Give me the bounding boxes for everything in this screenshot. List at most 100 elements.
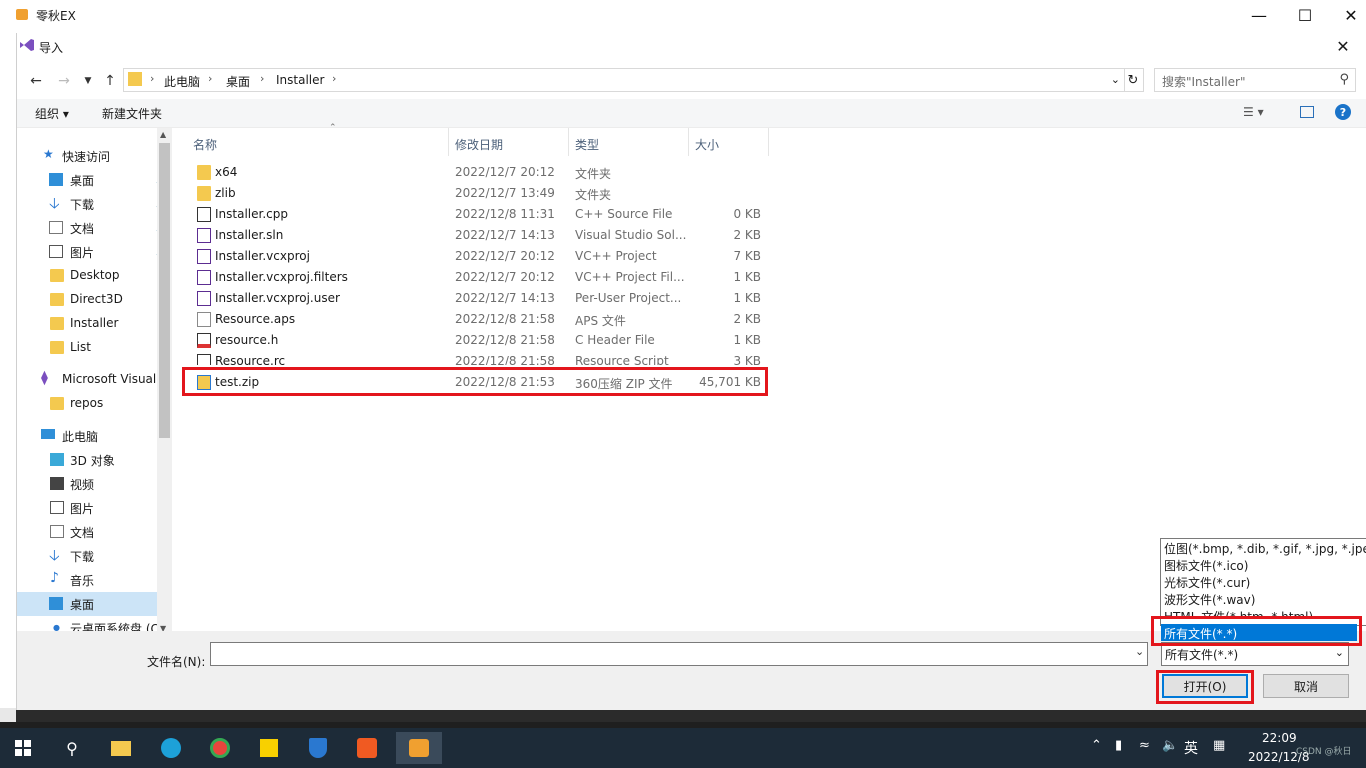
filetype-option[interactable]: 光标文件(*.cur) (1164, 574, 1250, 591)
nav-item-desktop-folder[interactable]: Desktop (17, 264, 172, 288)
cancel-button[interactable]: 取消 (1263, 674, 1349, 698)
lingqiu-app-icon[interactable] (396, 732, 442, 764)
column-divider[interactable] (768, 128, 769, 156)
breadcrumb-installer[interactable]: Installer (276, 73, 324, 87)
nav-item-pc-documents[interactable]: 文档 (17, 520, 172, 544)
filetype-option[interactable]: 波形文件(*.wav) (1164, 591, 1255, 608)
battery-icon[interactable]: ▮ (1115, 738, 1122, 753)
user-file-icon (197, 291, 211, 306)
file-row[interactable]: Installer.sln 2022/12/7 14:13 Visual Stu… (187, 225, 777, 246)
breadcrumb-desktop[interactable]: 桌面 (226, 73, 250, 90)
refresh-button[interactable]: ↻ (1123, 68, 1144, 92)
folder-icon (197, 165, 211, 180)
volume-muted-icon[interactable]: 🔈 (1162, 738, 1178, 753)
search-input[interactable]: 搜索"Installer" ⚲ (1154, 68, 1356, 92)
organize-menu[interactable]: 组织 ▾ (35, 105, 69, 122)
security-shield-icon[interactable] (301, 732, 335, 764)
file-row[interactable]: resource.h 2022/12/8 21:58 C Header File… (187, 330, 777, 351)
ime-indicator[interactable]: 英 (1184, 738, 1198, 758)
maximize-button[interactable]: ☐ (1282, 0, 1328, 31)
nav-quick-access[interactable]: ★ 快速访问 (17, 144, 172, 168)
nav-item-videos[interactable]: 视频 (17, 472, 172, 496)
help-icon[interactable]: ? (1335, 104, 1351, 120)
folder-icon (50, 341, 64, 354)
recent-locations-chevron-icon[interactable]: ▼ (77, 70, 99, 92)
show-hidden-icons-chevron-icon[interactable]: ⌃ (1091, 738, 1102, 753)
file-row[interactable]: Resource.aps 2022/12/8 21:58 APS 文件 2 KB (187, 309, 777, 330)
search-icon: ⚲ (1339, 72, 1349, 87)
nav-item-this-pc[interactable]: 此电脑 (17, 424, 172, 448)
column-divider[interactable] (448, 128, 449, 156)
nav-item-list[interactable]: List (17, 336, 172, 360)
column-name[interactable]: 名称 (193, 136, 217, 153)
nav-item-3d-objects[interactable]: 3D 对象 (17, 448, 172, 472)
filetype-option[interactable]: 位图(*.bmp, *.dib, *.gif, *.jpg, *.jpe, (1164, 540, 1366, 557)
file-row[interactable]: Installer.vcxproj 2022/12/7 20:12 VC++ P… (187, 246, 777, 267)
start-button[interactable] (6, 732, 40, 764)
sticky-notes-icon[interactable] (252, 732, 286, 764)
back-button[interactable]: ← (25, 70, 47, 92)
file-row[interactable]: Installer.cpp 2022/12/8 11:31 C++ Source… (187, 204, 777, 225)
download-icon: 🡣 (49, 194, 60, 212)
file-row[interactable]: x64 2022/12/7 20:12 文件夹 (187, 162, 777, 183)
nav-item-repos[interactable]: repos (17, 392, 172, 416)
filetype-option[interactable]: 图标文件(*.ico) (1164, 557, 1248, 574)
nav-item-music[interactable]: ♪ 音乐 (17, 568, 172, 592)
network-icon[interactable]: ≈ (1139, 738, 1150, 753)
nav-item-desktop[interactable]: 桌面 📌 (17, 168, 172, 192)
navigation-pane: ★ 快速访问 桌面 📌 🡣 下载 📌 文档 📌 图片 📌 Desktop (17, 128, 172, 633)
nav-item-direct3d[interactable]: Direct3D (17, 288, 172, 312)
column-type[interactable]: 类型 (575, 136, 599, 153)
file-row[interactable]: zlib 2022/12/7 13:49 文件夹 (187, 183, 777, 204)
filename-dropdown-chevron-icon[interactable]: ⌄ (1135, 645, 1144, 658)
column-size[interactable]: 大小 (695, 136, 719, 153)
filters-file-icon (197, 270, 211, 285)
view-options-icon[interactable]: ☰ ▾ (1243, 105, 1264, 119)
forward-button[interactable]: → (53, 70, 75, 92)
nav-item-installer[interactable]: Installer (17, 312, 172, 336)
nav-item-documents[interactable]: 文档 📌 (17, 216, 172, 240)
app-close-button[interactable]: ✕ (1328, 0, 1366, 31)
breadcrumb-separator: › (150, 72, 155, 85)
nav-item-pictures[interactable]: 图片 📌 (17, 240, 172, 264)
preview-pane-icon[interactable] (1300, 106, 1314, 118)
analytics-app-icon[interactable] (350, 732, 384, 764)
nav-item-pc-pictures[interactable]: 图片 (17, 496, 172, 520)
ime-mode-icon[interactable]: ▦ (1213, 738, 1225, 753)
file-row[interactable]: Installer.vcxproj.user 2022/12/7 14:13 P… (187, 288, 777, 309)
search-placeholder: 搜索"Installer" (1162, 75, 1246, 89)
file-explorer-icon[interactable] (104, 732, 138, 764)
search-icon[interactable]: ⚲ (55, 732, 89, 764)
documents-icon (50, 525, 64, 538)
file-row[interactable]: Resource.rc 2022/12/8 21:58 Resource Scr… (187, 351, 777, 365)
nav-item-pc-downloads[interactable]: 🡣 下载 (17, 544, 172, 568)
desktop-icon (49, 173, 63, 186)
video-icon (50, 477, 64, 490)
app-title: 零秋EX (36, 9, 76, 23)
filename-input[interactable] (210, 642, 1148, 666)
breadcrumb-this-pc[interactable]: 此电脑 (164, 73, 200, 90)
minimize-button[interactable]: — (1236, 0, 1282, 31)
vcxproj-file-icon (197, 249, 211, 264)
nav-item-pc-desktop[interactable]: 桌面 (17, 592, 172, 616)
up-button[interactable]: ↑ (99, 70, 121, 92)
annotation-highlight-filetype (1151, 616, 1362, 646)
column-divider[interactable] (568, 128, 569, 156)
address-dropdown-chevron-icon[interactable]: ⌄ (1111, 73, 1120, 86)
new-folder-button[interactable]: 新建文件夹 (102, 105, 162, 122)
nav-scrollbar-thumb[interactable] (159, 143, 170, 438)
column-date[interactable]: 修改日期 (455, 136, 503, 153)
edge-browser-icon[interactable] (154, 732, 188, 764)
nav-item-downloads[interactable]: 🡣 下载 📌 (17, 192, 172, 216)
command-toolbar: 组织 ▾ 新建文件夹 ☰ ▾ ? (17, 99, 1366, 128)
app-edge (0, 708, 16, 722)
dialog-close-button[interactable]: ✕ (1323, 33, 1363, 59)
nav-item-visual-studio[interactable]: ⧫ Microsoft Visual (17, 368, 172, 392)
chrome-browser-icon[interactable] (203, 732, 237, 764)
file-row[interactable]: Installer.vcxproj.filters 2022/12/7 20:1… (187, 267, 777, 288)
column-divider[interactable] (688, 128, 689, 156)
column-header-row: ⌃ 名称 修改日期 类型 大小 (187, 123, 787, 156)
visual-studio-icon: ⧫ (41, 370, 48, 386)
clock-time[interactable]: 22:09 (1262, 731, 1297, 745)
address-bar[interactable]: › 此电脑 › 桌面 › Installer › ⌄ (123, 68, 1125, 92)
